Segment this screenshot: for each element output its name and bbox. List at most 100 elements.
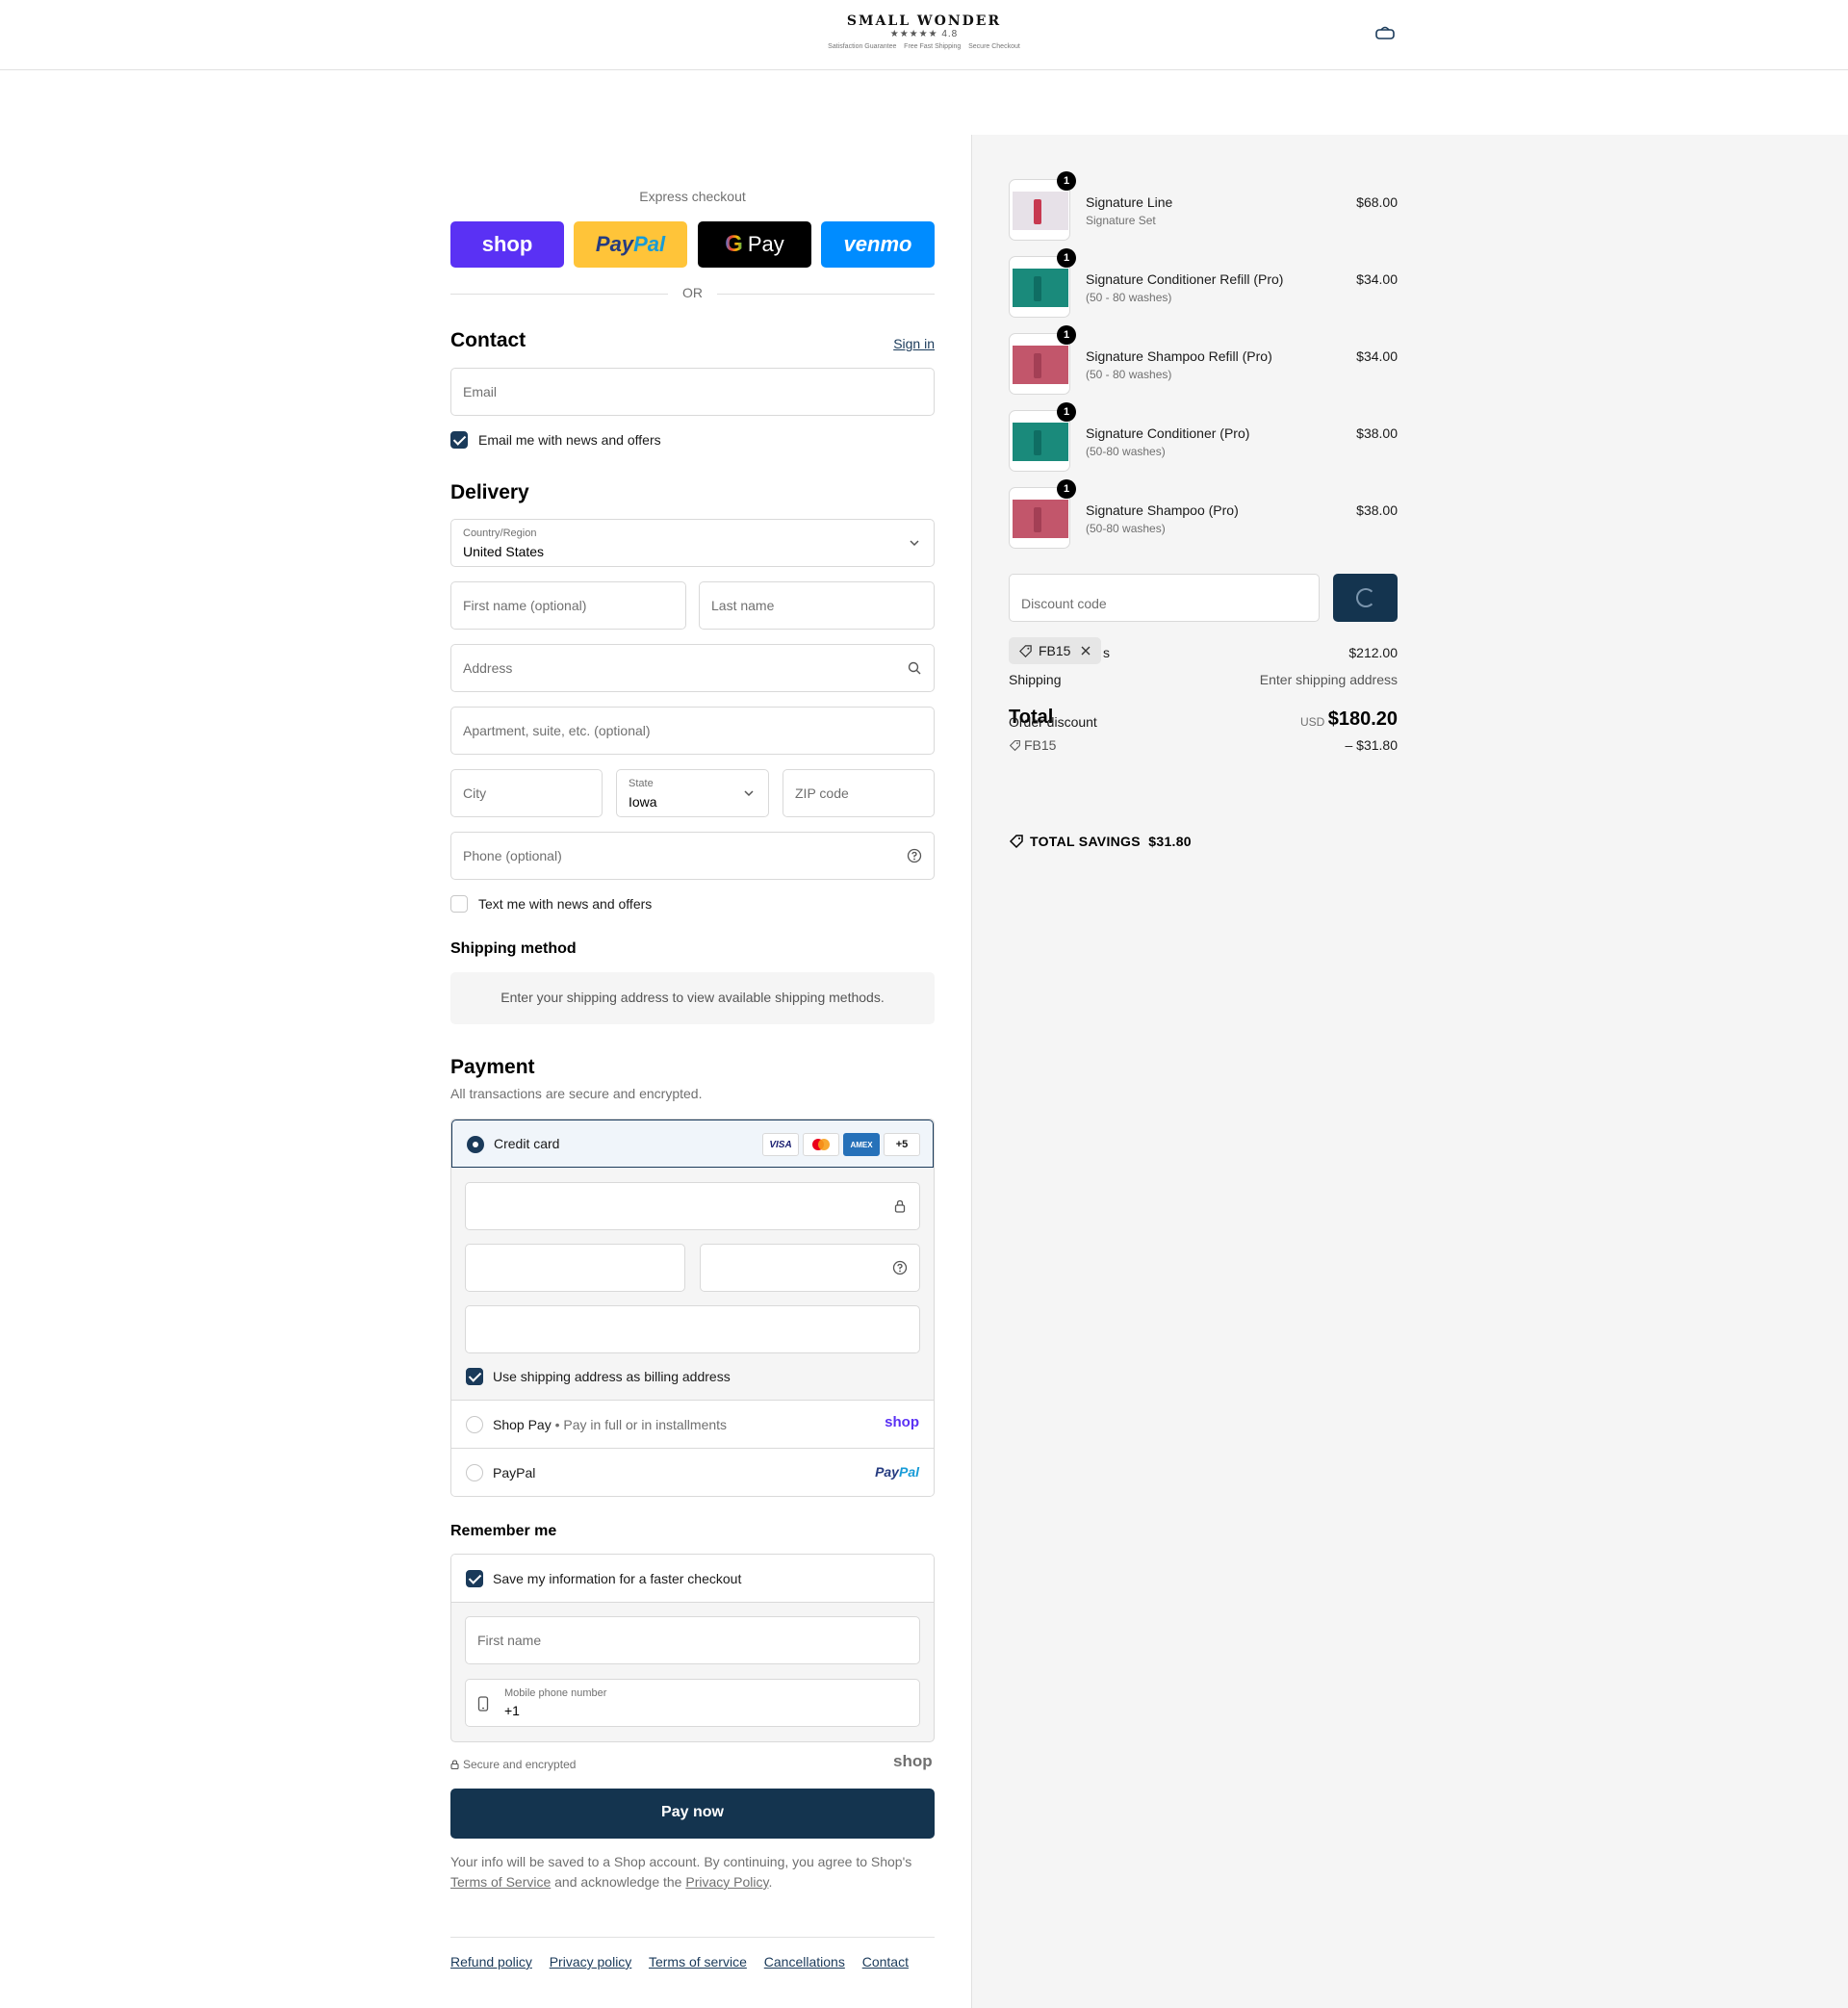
remember-me-heading: Remember me xyxy=(450,1523,557,1539)
product-bottle xyxy=(1034,276,1041,301)
product-bottle xyxy=(1034,430,1041,455)
venmo-button[interactable]: venmo xyxy=(821,221,935,268)
discount-code-row: FB15 – $31.80 xyxy=(1009,737,1398,753)
paypal-logo-pay: Pay xyxy=(595,232,634,256)
refund-policy-link[interactable]: Refund policy xyxy=(450,1954,532,1969)
payment-subtitle: All transactions are secure and encrypte… xyxy=(450,1086,703,1101)
express-checkout-title: Express checkout xyxy=(639,189,746,204)
save-info-label: Save my information for a faster checkou… xyxy=(493,1571,742,1586)
item-price: $34.00 xyxy=(1356,348,1398,364)
text-optin-label: Text me with news and offers xyxy=(478,896,653,912)
last-name-field[interactable]: Last name xyxy=(699,581,935,630)
shop-pay-button[interactable]: shop xyxy=(450,221,564,268)
credit-card-option[interactable]: Credit card VISA AMEX +5 xyxy=(451,1120,934,1168)
email-field[interactable]: Email xyxy=(450,368,935,416)
order-discount-label: Order discount xyxy=(1009,714,1097,730)
credit-card-radio[interactable] xyxy=(467,1136,484,1153)
paypal-logo-pal: Pal xyxy=(633,232,666,256)
item-variant: (50-80 washes) xyxy=(1086,522,1166,535)
shipping-row: Shipping Enter shipping address xyxy=(1009,672,1398,687)
zip-field[interactable]: ZIP code xyxy=(783,769,935,817)
privacy-policy-footer-link[interactable]: Privacy policy xyxy=(550,1954,632,1969)
apartment-field[interactable]: Apartment, suite, etc. (optional) xyxy=(450,707,935,755)
search-icon xyxy=(908,661,921,675)
remember-first-name-field[interactable]: First name xyxy=(465,1616,920,1664)
line-item: 1 Signature Shampoo Refill (Pro) (50 - 8… xyxy=(1009,325,1398,397)
divider-line xyxy=(717,294,935,295)
savings-label: TOTAL SAVINGS xyxy=(1030,834,1141,849)
paypal-radio[interactable] xyxy=(466,1464,483,1481)
item-name: Signature Shampoo Refill (Pro) xyxy=(1086,348,1272,364)
card-number-field[interactable] xyxy=(465,1182,920,1230)
pay-now-button[interactable]: Pay now xyxy=(450,1789,935,1839)
line-item: 1 Signature Shampoo (Pro) (50-80 washes)… xyxy=(1009,479,1398,551)
product-image-fill xyxy=(1013,269,1068,307)
privacy-policy-link[interactable]: Privacy Policy xyxy=(685,1874,768,1890)
perk-item: Secure Checkout xyxy=(968,43,1020,50)
tag-icon xyxy=(1009,835,1023,849)
paypal-logo-pal: Pal xyxy=(898,1464,919,1480)
discount-code-label: FB15 xyxy=(1024,737,1057,753)
remove-discount-icon[interactable] xyxy=(1080,645,1091,656)
visa-icon: VISA xyxy=(762,1133,799,1156)
amex-icon: AMEX xyxy=(843,1133,880,1156)
address-field[interactable]: Address xyxy=(450,644,935,692)
chevron-down-icon xyxy=(744,790,754,797)
city-field[interactable]: City xyxy=(450,769,603,817)
help-icon[interactable] xyxy=(892,1260,908,1275)
billing-same-checkbox[interactable] xyxy=(466,1368,483,1385)
google-g-icon: G xyxy=(725,231,743,257)
item-name: Signature Conditioner (Pro) xyxy=(1086,425,1250,441)
expiration-field[interactable] xyxy=(465,1244,685,1292)
sign-in-link[interactable]: Sign in xyxy=(893,336,935,351)
paypal-option[interactable]: PayPal PayPal xyxy=(451,1448,934,1496)
line-item: 1 Signature Conditioner Refill (Pro) (50… xyxy=(1009,248,1398,320)
cancellations-link[interactable]: Cancellations xyxy=(764,1954,845,1969)
google-pay-label: Pay xyxy=(747,232,784,256)
quantity-badge: 1 xyxy=(1057,248,1076,268)
contact-link[interactable]: Contact xyxy=(862,1954,909,1969)
cart-icon[interactable] xyxy=(1374,25,1396,40)
apartment-placeholder: Apartment, suite, etc. (optional) xyxy=(463,723,651,738)
shipping-value: Enter shipping address xyxy=(1259,672,1398,687)
security-code-field[interactable] xyxy=(700,1244,920,1292)
product-image-fill xyxy=(1013,500,1068,538)
product-bottle xyxy=(1034,507,1041,532)
apply-discount-button[interactable] xyxy=(1333,574,1398,622)
terms-of-service-footer-link[interactable]: Terms of service xyxy=(649,1954,747,1969)
perk-item: Satisfaction Guarantee xyxy=(828,43,897,50)
shop-pay-radio[interactable] xyxy=(466,1416,483,1433)
item-price: $38.00 xyxy=(1356,502,1398,518)
total-value: $180.20 xyxy=(1327,708,1398,730)
first-name-field[interactable]: First name (optional) xyxy=(450,581,686,630)
brand-logo[interactable]: SMALL WONDER xyxy=(0,13,1848,29)
shop-pay-label: Shop Pay xyxy=(493,1417,552,1432)
country-label: Country/Region xyxy=(463,528,537,539)
name-on-card-field[interactable] xyxy=(465,1305,920,1353)
legal-text-2: and acknowledge the xyxy=(554,1874,682,1890)
text-optin-checkbox[interactable] xyxy=(450,895,468,913)
item-name: Signature Line xyxy=(1086,194,1173,210)
discount-code-field[interactable]: Discount code xyxy=(1009,574,1320,622)
paypal-button[interactable]: Pay Pal xyxy=(574,221,687,268)
help-icon[interactable] xyxy=(907,848,922,863)
email-optin-checkbox[interactable] xyxy=(450,431,468,449)
mobile-phone-field[interactable]: Mobile phone number +1 xyxy=(465,1679,920,1727)
secure-text: Secure and encrypted xyxy=(463,1758,577,1771)
google-pay-button[interactable]: G Pay xyxy=(698,221,811,268)
state-select[interactable]: State Iowa xyxy=(616,769,769,817)
email-optin-label: Email me with news and offers xyxy=(478,432,661,448)
payment-heading: Payment xyxy=(450,1056,535,1078)
product-image-fill xyxy=(1013,423,1068,461)
applied-discount-chip: FB15 xyxy=(1009,637,1102,664)
phone-field[interactable]: Phone (optional) xyxy=(450,832,935,880)
save-info-row[interactable]: Save my information for a faster checkou… xyxy=(451,1555,934,1603)
discount-value: – $31.80 xyxy=(1345,737,1399,753)
terms-of-service-link[interactable]: Terms of Service xyxy=(450,1874,551,1890)
country-select[interactable]: Country/Region United States xyxy=(450,519,935,567)
lock-icon xyxy=(450,1760,459,1770)
total-currency: USD xyxy=(1300,715,1325,729)
shop-pay-option[interactable]: Shop Pay • Pay in full or in installment… xyxy=(451,1400,934,1448)
city-placeholder: City xyxy=(463,785,487,801)
save-info-checkbox[interactable] xyxy=(466,1570,483,1587)
